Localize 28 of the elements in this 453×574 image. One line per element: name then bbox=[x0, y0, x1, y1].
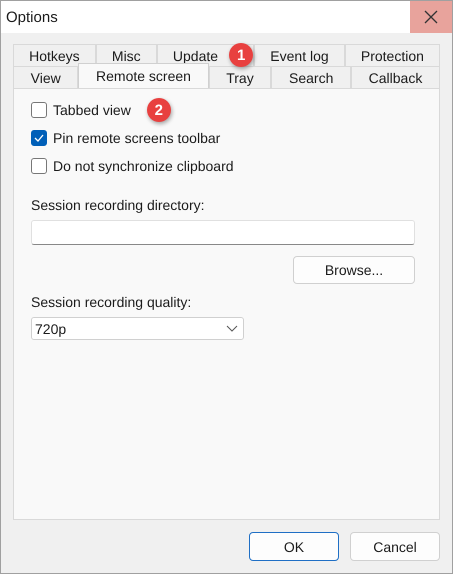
tab[interactable]: Hotkeys bbox=[13, 44, 96, 66]
chevron-down-icon bbox=[226, 325, 238, 332]
checkmark-icon bbox=[34, 134, 44, 142]
tab[interactable]: Remote screen bbox=[78, 63, 209, 88]
directory-input-field[interactable] bbox=[31, 220, 415, 245]
number-badge: 2 bbox=[146, 98, 171, 122]
tab[interactable]: Protection bbox=[344, 44, 440, 66]
checkbox-label: Tabbed view bbox=[53, 102, 131, 118]
field-label: Session recording quality: bbox=[31, 294, 192, 310]
dialog-button[interactable]: OK bbox=[249, 532, 339, 561]
dialog-button[interactable]: Cancel bbox=[350, 532, 440, 561]
tab[interactable]: Search bbox=[271, 66, 351, 88]
checkbox-label: Do not synchronize clipboard bbox=[53, 158, 234, 174]
browse-button[interactable]: Browse... bbox=[293, 256, 415, 284]
window-title: Options bbox=[5, 8, 58, 26]
field-label: Session recording directory: bbox=[31, 197, 206, 213]
dropdown-value: 720p bbox=[35, 320, 66, 336]
tab[interactable]: Event log bbox=[254, 44, 345, 66]
close-button[interactable] bbox=[410, 1, 452, 33]
checkbox[interactable] bbox=[31, 102, 47, 118]
checkbox-label: Pin remote screens toolbar bbox=[53, 130, 220, 146]
close-icon bbox=[424, 10, 438, 24]
checkbox[interactable] bbox=[31, 158, 47, 174]
tab[interactable]: Callback bbox=[351, 66, 440, 88]
quality-dropdown[interactable]: 720p bbox=[31, 317, 244, 340]
tab[interactable]: Tray bbox=[208, 66, 272, 88]
tab[interactable]: View bbox=[13, 66, 78, 88]
checkbox[interactable] bbox=[31, 130, 47, 146]
